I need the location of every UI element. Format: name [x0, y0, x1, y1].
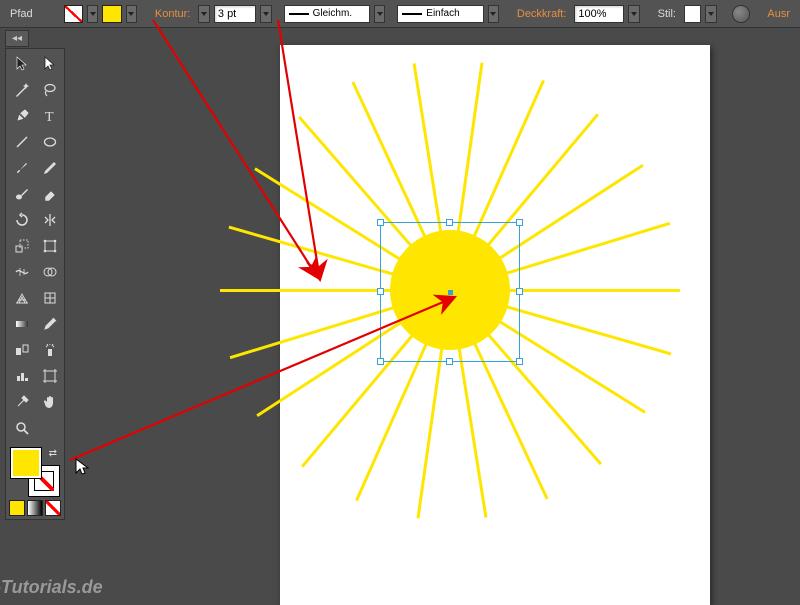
gradient-tool[interactable]	[9, 312, 35, 336]
rotate-tool[interactable]	[9, 208, 35, 232]
stroke-weight-dec[interactable]	[198, 5, 210, 23]
recolor-icon[interactable]	[732, 5, 749, 23]
column-graph-tool[interactable]	[9, 364, 35, 388]
eraser-tool[interactable]	[37, 182, 63, 206]
opacity-input[interactable]: 100%	[574, 5, 624, 23]
shape-builder-tool[interactable]	[37, 260, 63, 284]
none-mode-button[interactable]	[45, 500, 61, 516]
brush-dropdown[interactable]	[488, 5, 500, 23]
graphic-style-swatch[interactable]	[684, 5, 701, 23]
artboard-tool[interactable]	[37, 364, 63, 388]
tools-panel: T ⇄	[5, 48, 65, 520]
magic-wand-tool[interactable]	[9, 78, 35, 102]
svg-text:T: T	[45, 110, 54, 124]
blob-brush-tool[interactable]	[9, 182, 35, 206]
fill-color-swatch[interactable]	[11, 448, 41, 478]
width-tool[interactable]	[9, 260, 35, 284]
stroke-dropdown[interactable]	[126, 5, 138, 23]
direct-selection-tool[interactable]	[37, 52, 63, 76]
stroke-weight-dropdown[interactable]	[260, 5, 272, 23]
selection-tool[interactable]	[9, 52, 35, 76]
opacity-dropdown[interactable]	[628, 5, 640, 23]
watermark-text: -Tutorials.de	[0, 577, 103, 598]
line-tool[interactable]	[9, 130, 35, 154]
artboard[interactable]	[280, 45, 710, 605]
style-label: Stil:	[654, 8, 680, 20]
free-transform-tool[interactable]	[37, 234, 63, 258]
swap-fill-stroke-icon[interactable]: ⇄	[49, 448, 57, 459]
eyedropper-tool[interactable]	[37, 312, 63, 336]
perspective-grid-tool[interactable]	[9, 286, 35, 310]
fill-dropdown[interactable]	[87, 5, 99, 23]
reflect-tool[interactable]	[37, 208, 63, 232]
scale-tool[interactable]	[9, 234, 35, 258]
pen-tool[interactable]	[9, 104, 35, 128]
stroke-profile-dropdown[interactable]	[374, 5, 386, 23]
stroke-label[interactable]: Kontur:	[151, 8, 194, 20]
graphic-style-dropdown[interactable]	[705, 5, 717, 23]
control-bar: Pfad Kontur: 3 pt Gleichm. Einfach Deckk…	[0, 0, 800, 28]
color-controls: ⇄	[9, 440, 61, 516]
hand-tool[interactable]	[37, 390, 63, 414]
sun-circle[interactable]	[390, 230, 510, 350]
stroke-profile-select[interactable]: Gleichm.	[284, 5, 370, 23]
symbol-sprayer-tool[interactable]	[37, 338, 63, 362]
fill-swatch[interactable]	[64, 5, 83, 23]
mesh-tool[interactable]	[37, 286, 63, 310]
slice-tool[interactable]	[9, 390, 35, 414]
gradient-mode-button[interactable]	[27, 500, 43, 516]
type-tool[interactable]: T	[37, 104, 63, 128]
pencil-tool[interactable]	[37, 156, 63, 180]
stroke-weight-input[interactable]: 3 pt	[214, 5, 256, 23]
brush-select[interactable]: Einfach	[397, 5, 483, 23]
stroke-swatch[interactable]	[102, 5, 121, 23]
align-label[interactable]: Ausr	[763, 8, 794, 20]
ellipse-tool[interactable]	[37, 130, 63, 154]
zoom-tool[interactable]	[9, 416, 35, 440]
cursor-icon	[75, 458, 93, 478]
color-mode-button[interactable]	[9, 500, 25, 516]
panel-collapse-tab[interactable]: ◂◂	[5, 30, 29, 47]
paintbrush-tool[interactable]	[9, 156, 35, 180]
opacity-label[interactable]: Deckkraft:	[513, 8, 571, 20]
blend-tool[interactable]	[9, 338, 35, 362]
lasso-tool[interactable]	[37, 78, 63, 102]
object-type-label: Pfad	[6, 8, 37, 20]
